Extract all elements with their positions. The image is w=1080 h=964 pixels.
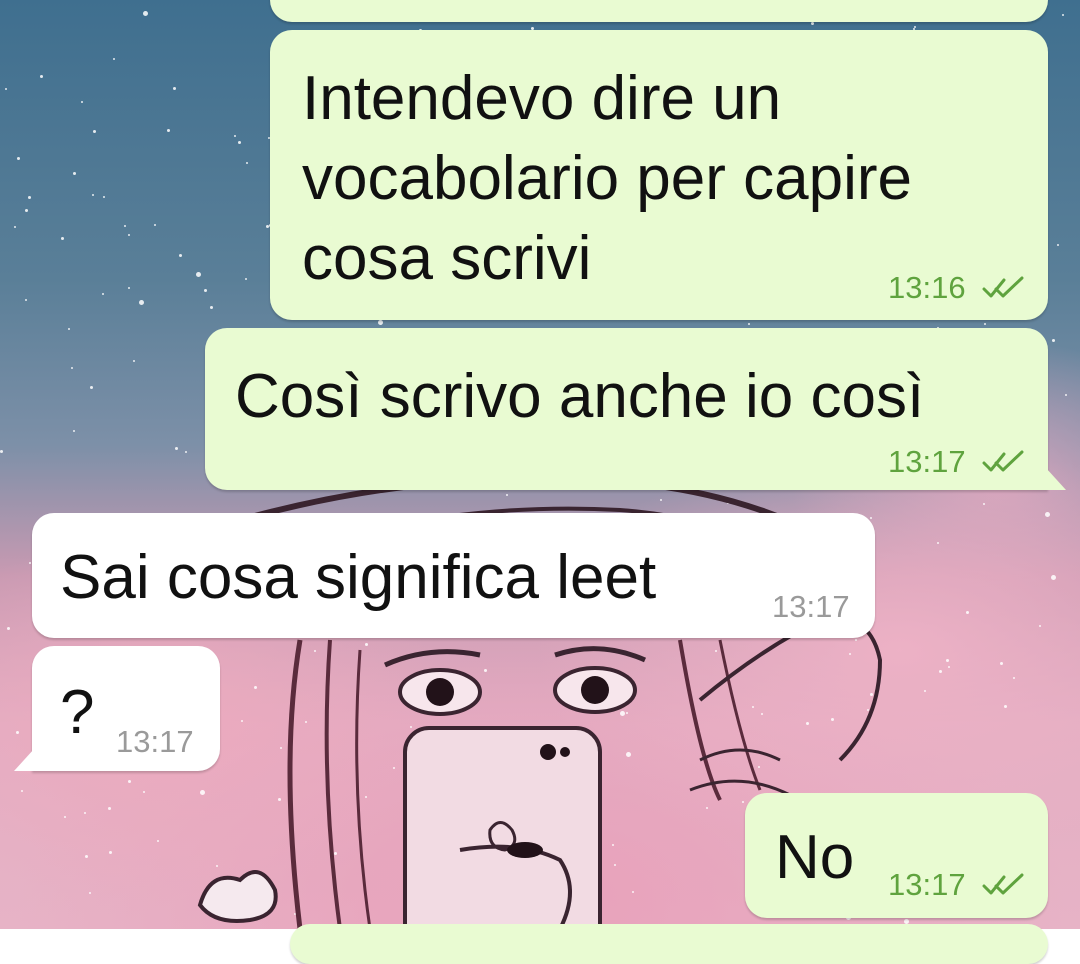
message-time: 13:17 — [116, 724, 194, 759]
message-text: Sai cosa significa leet — [60, 543, 657, 612]
message-time: 13:16 — [888, 270, 966, 305]
message-text: ? — [60, 678, 95, 747]
double-check-icon — [982, 450, 1024, 472]
message-text-line: cosa scrivi — [302, 224, 592, 293]
message-bubble-incoming[interactable]: Sai cosa significa leet 13:17 — [32, 513, 875, 638]
message-bubble-incoming[interactable]: ? 13:17 — [32, 646, 220, 771]
message-time: 13:17 — [888, 867, 966, 902]
message-bubble-outgoing[interactable] — [290, 924, 1048, 964]
message-time: 13:17 — [888, 444, 966, 479]
message-bubble-outgoing[interactable]: Intendevo dire un vocabolario per capire… — [270, 30, 1048, 320]
message-bubble-outgoing[interactable]: Così scrivo anche io così 13:17 — [205, 328, 1048, 490]
message-text: No — [775, 823, 855, 892]
message-text: Così scrivo anche io così — [235, 362, 925, 431]
double-check-icon — [982, 873, 1024, 895]
message-bubble-outgoing[interactable] — [270, 0, 1048, 22]
bubble-tail — [1046, 468, 1066, 490]
double-check-icon — [982, 276, 1024, 298]
message-bubble-outgoing[interactable]: No 13:17 — [745, 793, 1048, 918]
bubble-tail — [14, 749, 34, 771]
message-time: 13:17 — [772, 589, 850, 624]
message-text-line: vocabolario per capire — [302, 144, 913, 213]
message-text-line: Intendevo dire un — [302, 64, 782, 133]
